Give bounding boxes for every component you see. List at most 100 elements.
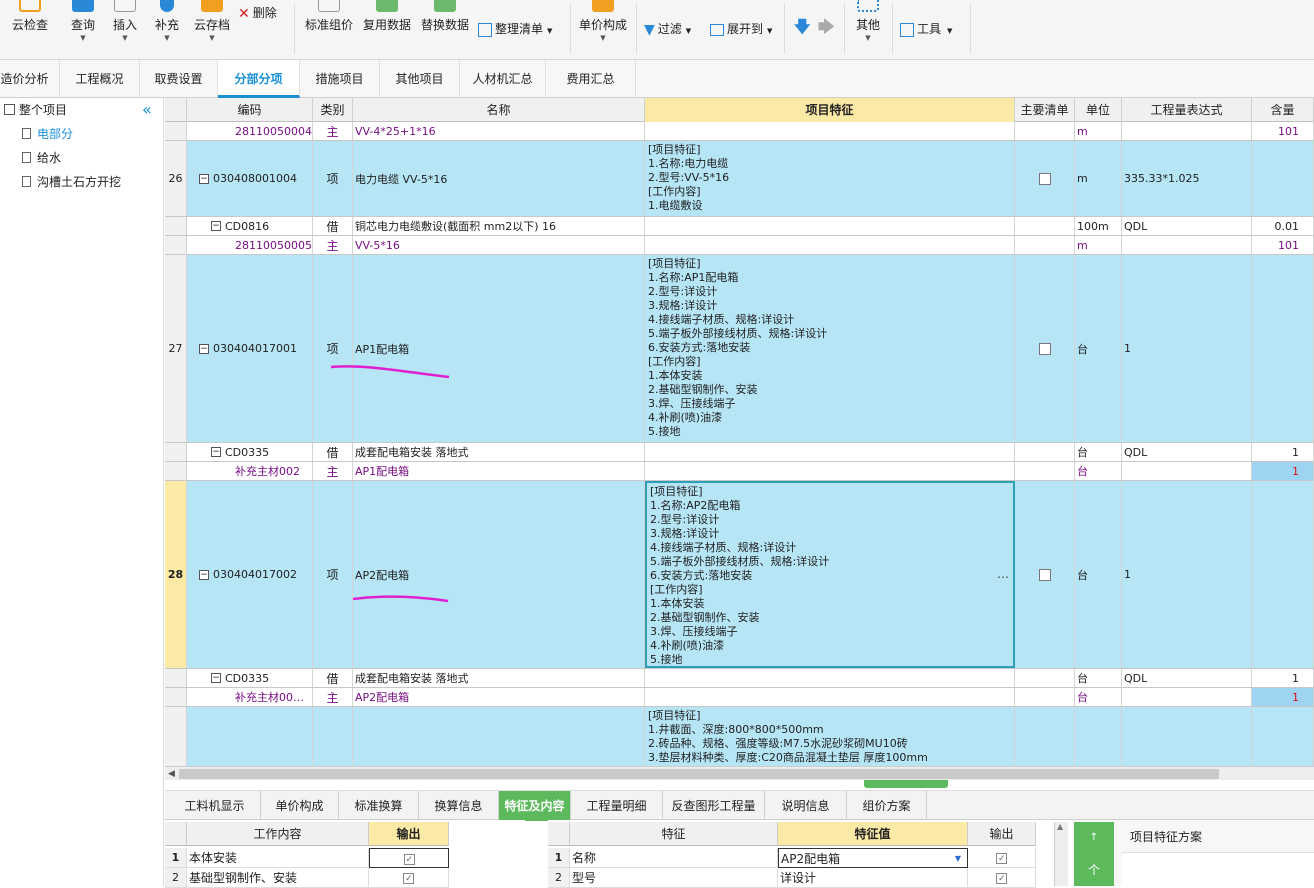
unit-cell[interactable]: 台 [1075, 462, 1122, 480]
dropdown-arrow-icon[interactable]: ▼ [955, 849, 961, 867]
header-qty[interactable]: 含量 [1252, 98, 1314, 122]
other-button[interactable]: 其他 ▼ [850, 0, 886, 58]
cloud-check-button[interactable]: 云检查 [8, 0, 52, 58]
tree-item[interactable]: 电部分 [22, 124, 73, 144]
unit-price-comp-button[interactable]: 单价构成 ▼ [576, 0, 630, 58]
supplement-button[interactable]: 补充 ▼ [150, 0, 184, 58]
expr-cell[interactable]: 1 [1122, 255, 1252, 442]
work-row-output[interactable] [369, 848, 449, 868]
collapse-toggle-icon[interactable]: − [199, 173, 209, 184]
output-checkbox[interactable] [403, 869, 414, 887]
main-list-cell[interactable] [1015, 707, 1075, 766]
expand-to-button[interactable]: 展开到 ▼ [710, 20, 772, 38]
header-feature[interactable]: 项目特征 [645, 98, 1015, 122]
cloud-save-button[interactable]: 云存档 ▼ [192, 0, 232, 58]
collapse-toggle-icon[interactable]: − [199, 569, 209, 580]
detail-tab-3[interactable]: 换算信息 [419, 791, 499, 821]
collapse-toggle-icon[interactable]: − [199, 343, 209, 354]
splitter-handle[interactable] [864, 780, 948, 788]
detail-tab-2[interactable]: 标准换算 [339, 791, 419, 821]
expr-cell[interactable]: QDL [1122, 443, 1252, 461]
module-tab-1[interactable]: 工程概况 [60, 60, 140, 98]
unit-cell[interactable]: 台 [1075, 688, 1122, 706]
type-cell[interactable]: 项 [313, 141, 353, 216]
qty-cell[interactable]: 1 [1252, 688, 1314, 706]
feature-edit-button[interactable]: … [997, 567, 1009, 581]
main-list-checkbox[interactable] [1038, 172, 1051, 185]
organize-list-button[interactable]: 整理清单 ▼ [478, 20, 552, 38]
reuse-data-button[interactable]: 复用数据 [360, 0, 414, 58]
feature-cell[interactable] [645, 443, 1015, 461]
main-list-cell[interactable] [1015, 236, 1075, 254]
tree-root[interactable]: 整个项目 [4, 100, 67, 120]
collapse-toggle-icon[interactable]: − [211, 221, 221, 231]
feature-row-value[interactable]: 详设计 [778, 868, 968, 888]
feature-cell[interactable] [645, 122, 1015, 140]
table-row[interactable]: 26−030408001004 项电力电缆 VV-5*16 [项目特征] 1.名称:… [165, 141, 1314, 217]
table-row[interactable]: 28−030404017002 项 AP2配电箱 [项目特征] 1.名称:AP2配电箱… [165, 481, 1314, 669]
tree-item[interactable]: 给水 [22, 148, 61, 168]
code-cell[interactable]: 28110050005 [187, 236, 313, 254]
qty-cell[interactable]: 0.01 [1252, 217, 1314, 235]
qty-cell[interactable]: 1 [1252, 462, 1314, 480]
qty-cell[interactable]: 101 [1252, 122, 1314, 140]
detail-tab-1[interactable]: 单价构成 [261, 791, 339, 821]
name-cell[interactable]: AP2配电箱 [353, 688, 645, 706]
main-list-cell[interactable] [1015, 122, 1075, 140]
expr-cell[interactable]: 1 [1122, 481, 1252, 668]
collapse-panel-button[interactable]: « [142, 100, 152, 120]
feature-row-name[interactable]: 型号 [570, 868, 778, 888]
qty-cell[interactable]: 1 [1252, 443, 1314, 461]
replace-data-button[interactable]: 替换数据 [418, 0, 472, 58]
module-tab-6[interactable]: 人材机汇总 [460, 60, 546, 98]
header-type[interactable]: 类别 [313, 98, 353, 122]
scroll-up-icon[interactable]: ▲ [1057, 822, 1063, 831]
detail-tab-8[interactable]: 组价方案 [847, 791, 927, 821]
filter-button[interactable]: ▼ 过滤 ▼ [644, 20, 691, 38]
main-list-checkbox[interactable] [1038, 568, 1051, 581]
table-row[interactable]: − CD0335 借成套配电箱安装 落地式台 QDL 1 [165, 443, 1314, 462]
expr-cell[interactable]: QDL [1122, 669, 1252, 687]
type-cell[interactable]: 主 [313, 462, 353, 480]
code-cell[interactable]: 补充主材00… [187, 688, 313, 706]
unit-cell[interactable]: m [1075, 141, 1122, 216]
name-cell[interactable]: AP1配电箱 [353, 255, 645, 442]
main-list-cell[interactable] [1015, 669, 1075, 687]
detail-tab-6[interactable]: 反查图形工程量 [663, 791, 765, 821]
feature-cell[interactable]: [项目特征] 1.名称:AP1配电箱 2.型号:详设计 3.规格:详设计 4.接… [645, 255, 1015, 442]
panel-scrollbar[interactable]: ▲ [1054, 822, 1068, 886]
feature-cell[interactable]: [项目特征] 1.名称:AP2配电箱 2.型号:详设计 3.规格:详设计 4.接… [645, 481, 1015, 668]
header-expr[interactable]: 工程量表达式 [1122, 98, 1252, 122]
type-cell[interactable]: 借 [313, 669, 353, 687]
name-cell[interactable] [353, 707, 645, 766]
output-checkbox[interactable] [996, 849, 1007, 867]
table-row[interactable]: 27−030404017001 项 AP1配电箱 [项目特征] 1.名称:AP1配电箱… [165, 255, 1314, 443]
work-row-content[interactable]: 基础型钢制作、安装 [187, 868, 369, 888]
unit-cell[interactable] [1075, 707, 1122, 766]
expr-cell[interactable] [1122, 707, 1252, 766]
main-list-checkbox[interactable] [1038, 342, 1051, 355]
type-cell[interactable]: 主 [313, 688, 353, 706]
type-cell[interactable]: 借 [313, 443, 353, 461]
module-tab-3[interactable]: 分部分项 [218, 60, 300, 98]
scrollbar-thumb[interactable] [179, 769, 1219, 779]
expr-cell[interactable] [1122, 122, 1252, 140]
horizontal-scrollbar[interactable]: ◀ [165, 766, 1314, 780]
move-down-button[interactable]: 🡇 [794, 18, 810, 36]
type-cell[interactable]: 借 [313, 217, 353, 235]
code-cell[interactable]: − CD0816 [187, 217, 313, 235]
table-row[interactable]: 28110050005 主 VV-5*16 m 101 [165, 236, 1314, 255]
name-cell[interactable]: AP2配电箱 [353, 481, 645, 668]
move-right-button[interactable]: 🡆 [818, 18, 835, 36]
detail-tab-0[interactable]: 工料机显示 [169, 791, 261, 821]
qty-cell[interactable] [1252, 707, 1314, 766]
unit-cell[interactable]: 100m [1075, 217, 1122, 235]
qty-cell[interactable]: 1 [1252, 669, 1314, 687]
output-checkbox[interactable] [403, 850, 415, 867]
expr-cell[interactable] [1122, 462, 1252, 480]
table-row[interactable]: 28110050004 主 VV-4*25+1*16 m 101 [165, 122, 1314, 141]
code-cell[interactable]: − CD0335 [187, 443, 313, 461]
main-list-cell[interactable] [1015, 255, 1075, 442]
work-row-content[interactable]: 本体安装 [187, 848, 369, 868]
table-row[interactable]: [项目特征] 1.井截面、深度:800*800*500mm 2.砖品种、规格、强… [165, 707, 1314, 766]
